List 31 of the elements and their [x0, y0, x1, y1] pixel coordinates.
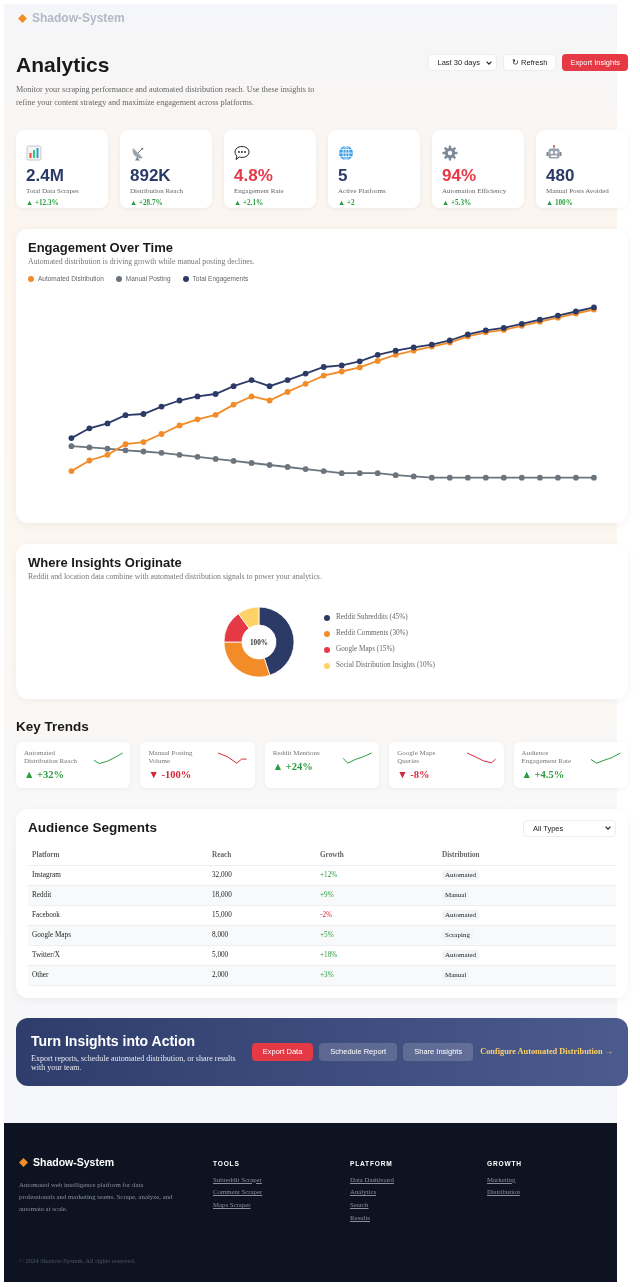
cta-title: Turn Insights into Action [31, 1032, 197, 1050]
diamond-icon [19, 1158, 28, 1168]
trend-value: ▲ +24% [272, 759, 314, 773]
stat-value: 94% [442, 166, 478, 186]
footer-brand[interactable]: Shadow-System [33, 1155, 115, 1171]
chart-title: Where Insights Originate [28, 554, 183, 571]
diamond-icon [18, 13, 27, 23]
globe-icon [338, 145, 354, 162]
stat-value: 2.4M [26, 166, 65, 186]
robot-icon [546, 145, 562, 162]
bar-chart-icon [26, 145, 42, 162]
chevron-down-icon [605, 826, 611, 831]
stat-value: 5 [338, 166, 349, 186]
configure-link[interactable]: Configure Automated Distribution → [480, 1046, 613, 1059]
chevron-down-icon [486, 60, 493, 65]
stat-value: 4.8% [234, 166, 274, 186]
trend-value: ▼ -100% [148, 767, 193, 781]
page-title: Analytics [16, 52, 111, 78]
section-title: Audience Segments [28, 820, 158, 837]
trend-value: ▲ +32% [24, 767, 65, 781]
stat-value: 480 [546, 166, 576, 186]
satellite-dish-icon [130, 145, 146, 162]
trend-value: ▲ +4.5% [521, 767, 566, 781]
page-description: Monitor your scraping performance and automated distribution reach. Use these insights to refine your content strategy and maximize engagement across platforms. [16, 84, 316, 109]
section-title: Key Trends [16, 718, 90, 735]
cta-text: Export reports, schedule automated distribution, or share results with your team. [31, 1053, 237, 1072]
trend-value: ▼ -8% [397, 767, 431, 781]
chart-title: Engagement Over Time [28, 240, 174, 256]
speech-bubble-icon [234, 145, 250, 162]
gear-icon [442, 145, 458, 162]
stat-value: 892K [130, 166, 172, 186]
